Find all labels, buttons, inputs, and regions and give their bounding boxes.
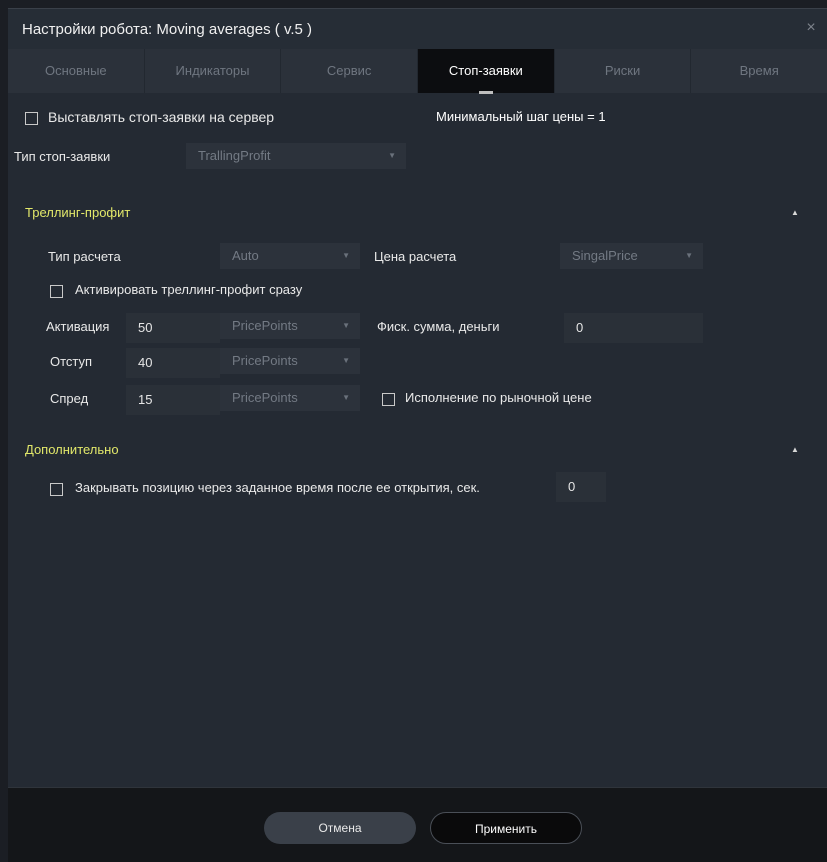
- send-to-server-checkbox[interactable]: [25, 112, 38, 125]
- stop-type-select[interactable]: TrallingProfit ▼: [186, 143, 406, 169]
- close-after-checkbox[interactable]: [50, 483, 63, 496]
- additional-section-title: Дополнительно: [25, 442, 119, 457]
- activate-now-checkbox[interactable]: [50, 285, 63, 298]
- tab-bar: Основные Индикаторы Сервис Стоп-заявки Р…: [8, 49, 827, 94]
- send-to-server-label: Выставлять стоп-заявки на сервер: [48, 109, 275, 125]
- close-icon[interactable]: ×: [801, 18, 821, 38]
- market-exec-label: Исполнение по рыночной цене: [405, 390, 592, 405]
- collapse-icon[interactable]: ▲: [788, 206, 802, 220]
- chevron-down-icon: ▼: [342, 356, 350, 365]
- tab-stop-orders[interactable]: Стоп-заявки: [418, 49, 555, 94]
- market-exec-checkbox[interactable]: [382, 393, 395, 406]
- chevron-down-icon: ▼: [342, 321, 350, 330]
- spread-unit-value: PricePoints: [232, 390, 298, 405]
- window-title: Настройки робота: Moving averages ( v.5 …: [22, 21, 313, 38]
- close-after-input[interactable]: 0: [556, 472, 606, 502]
- chevron-down-icon: ▼: [342, 251, 350, 260]
- activation-unit-value: PricePoints: [232, 318, 298, 333]
- offset-input[interactable]: 40: [126, 348, 220, 378]
- activation-input[interactable]: 50: [126, 313, 220, 343]
- settings-window: Настройки робота: Moving averages ( v.5 …: [8, 8, 827, 862]
- titlebar: Настройки робота: Moving averages ( v.5 …: [8, 9, 827, 49]
- collapse-icon[interactable]: ▲: [788, 443, 802, 457]
- tab-service[interactable]: Сервис: [281, 49, 419, 93]
- activation-label: Активация: [46, 319, 110, 334]
- dialog-footer: Отмена Применить: [8, 787, 827, 862]
- spread-input[interactable]: 15: [126, 385, 220, 415]
- tab-indicators[interactable]: Индикаторы: [145, 49, 282, 93]
- chevron-down-icon: ▼: [342, 393, 350, 402]
- tab-main[interactable]: Основные: [8, 49, 145, 93]
- trailing-section-title: Треллинг-профит: [25, 205, 131, 220]
- chevron-down-icon: ▼: [388, 151, 396, 160]
- fix-sum-input[interactable]: 0: [564, 313, 703, 343]
- calc-price-label: Цена расчета: [374, 249, 457, 264]
- calc-price-select[interactable]: SingalPrice ▼: [560, 243, 703, 269]
- calc-type-value: Auto: [232, 248, 259, 263]
- tab-risks[interactable]: Риски: [555, 49, 692, 93]
- fix-sum-label: Фиск. сумма, деньги: [377, 319, 500, 334]
- spread-label: Спред: [50, 391, 89, 406]
- offset-unit-value: PricePoints: [232, 353, 298, 368]
- spread-unit-select[interactable]: PricePoints ▼: [220, 385, 360, 411]
- chevron-down-icon: ▼: [685, 251, 693, 260]
- min-step-text: Минимальный шаг цены = 1: [436, 109, 606, 124]
- apply-button[interactable]: Применить: [430, 812, 582, 844]
- activation-unit-select[interactable]: PricePoints ▼: [220, 313, 360, 339]
- activate-now-label: Активировать треллинг-профит сразу: [75, 282, 303, 297]
- offset-unit-select[interactable]: PricePoints ▼: [220, 348, 360, 374]
- offset-label: Отступ: [50, 354, 93, 369]
- stop-type-label: Тип стоп-заявки: [14, 149, 111, 164]
- calc-type-label: Тип расчета: [48, 249, 121, 264]
- calc-price-value: SingalPrice: [572, 248, 638, 263]
- stop-type-value: TrallingProfit: [198, 148, 271, 163]
- close-after-label: Закрывать позицию через заданное время п…: [75, 480, 480, 495]
- calc-type-select[interactable]: Auto ▼: [220, 243, 360, 269]
- cancel-button[interactable]: Отмена: [264, 812, 416, 844]
- tab-time[interactable]: Время: [691, 49, 827, 93]
